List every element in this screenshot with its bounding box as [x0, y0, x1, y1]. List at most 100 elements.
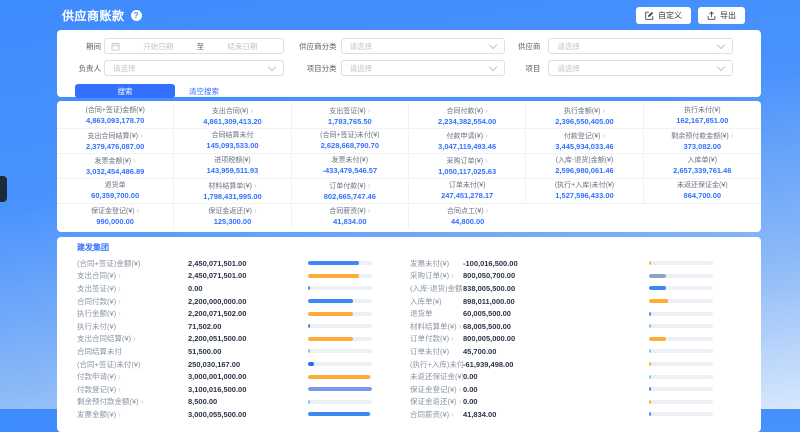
- chevron-right-icon: ›: [133, 334, 136, 343]
- metric-value: 1,050,117,025.63: [438, 167, 496, 177]
- supplier-category-select[interactable]: 请选择: [341, 38, 506, 54]
- metric-label: 保证金登记(¥)›: [91, 206, 139, 216]
- project-placeholder: 请选择: [549, 63, 714, 74]
- metric-tile[interactable]: 合同薪资(¥)›41,834.00: [292, 204, 409, 229]
- metric-label: 保证金返还(¥)›: [208, 206, 256, 216]
- metric-tile[interactable]: 订单付款(¥)›802,665,747.46: [292, 179, 409, 204]
- metric-tile[interactable]: 采购订单(¥)›1,050,117,025.63: [409, 154, 526, 179]
- metric-tile[interactable]: 支出合同结算(¥)›2,379,476,087.00: [57, 129, 174, 154]
- export-button[interactable]: 导出: [698, 7, 745, 24]
- group-detail-row: (合同+签证)金额(¥)2,450,071,501.00: [77, 257, 409, 270]
- group-detail-row: 订单未付(¥)45,700.00: [410, 345, 761, 358]
- group-link[interactable]: 建发集团: [77, 242, 761, 253]
- metric-tile[interactable]: 材料结算单(¥)›1,798,431,995.00: [174, 179, 291, 204]
- detail-label[interactable]: 采购订单(¥)›: [410, 270, 463, 281]
- detail-label: 退货单: [410, 308, 463, 319]
- detail-value: 45,700.00: [463, 347, 649, 356]
- group-detail-row: 退货单60,005,500.00: [410, 307, 761, 320]
- chevron-right-icon: ›: [118, 297, 121, 306]
- period-date-range-input[interactable]: 开始日期 至 结束日期: [104, 38, 284, 54]
- metric-value: 1,783,765.50: [328, 117, 372, 127]
- detail-bar-track: [649, 387, 713, 391]
- metric-value: 1,527,596,433.00: [555, 191, 613, 201]
- detail-label[interactable]: 支出合同结算(¥)›: [77, 333, 188, 344]
- detail-label[interactable]: 支出签证(¥)›: [77, 283, 188, 294]
- detail-label[interactable]: 合同付款(¥)›: [77, 296, 188, 307]
- detail-label: (合同+签证)金额(¥): [77, 258, 188, 269]
- metrics-panel: (合同+签证)金额(¥)4,863,093,178.70支出合同(¥)›4,86…: [57, 101, 761, 232]
- chevron-right-icon: ›: [118, 271, 121, 280]
- start-date-placeholder[interactable]: 开始日期: [124, 41, 193, 52]
- detail-label[interactable]: 保证金登记(¥)›: [410, 384, 463, 395]
- chevron-right-icon: ›: [485, 156, 488, 165]
- metric-tile[interactable]: 剩余预付款金额(¥)›373,082.00: [644, 129, 761, 154]
- chevron-right-icon: ›: [485, 131, 488, 140]
- detail-bar-track: [308, 400, 372, 404]
- metric-tile[interactable]: 保证金登记(¥)›990,000.00: [57, 204, 174, 229]
- detail-bar-track: [649, 412, 713, 416]
- group-detail-row: 订单付款(¥)›800,005,000.00: [410, 333, 761, 346]
- metric-value: 373,082.00: [684, 142, 722, 152]
- chevron-right-icon: ›: [254, 206, 257, 215]
- metric-tile[interactable]: 支出签证(¥)›1,783,765.50: [292, 104, 409, 129]
- group-detail-row: 合同薪资(¥)›41,834.00: [410, 408, 761, 421]
- metric-label: 进项税额(¥): [214, 156, 251, 165]
- detail-label[interactable]: 合同薪资(¥)›: [410, 409, 463, 420]
- owner-select[interactable]: 请选择: [104, 60, 284, 76]
- detail-label[interactable]: 付款申请(¥)›: [77, 371, 188, 382]
- detail-value: 2,200,071,502.00: [188, 309, 308, 318]
- project-category-select[interactable]: 请选择: [341, 60, 506, 76]
- metric-tile[interactable]: 合同付款(¥)›2,234,382,554.00: [409, 104, 526, 129]
- metric-tile[interactable]: 合同点工(¥)›44,800.00: [409, 204, 526, 229]
- clear-search-link[interactable]: 清空搜索: [189, 86, 219, 97]
- detail-label[interactable]: 执行金额(¥)›: [77, 308, 188, 319]
- end-date-placeholder[interactable]: 结束日期: [208, 41, 277, 52]
- metric-tile[interactable]: 发票金额(¥)›3,032,454,486.89: [57, 154, 174, 179]
- drawer-handle[interactable]: [0, 176, 7, 202]
- group-detail-row: (入库-退货)金额(¥)838,005,500.00: [410, 282, 761, 295]
- metric-tile[interactable]: 执行金额(¥)›2,396,550,405.00: [526, 104, 643, 129]
- metric-label: 支出签证(¥)›: [329, 106, 370, 116]
- chevron-right-icon: ›: [459, 397, 462, 406]
- customize-button[interactable]: 自定义: [636, 7, 691, 24]
- detail-label[interactable]: 发票金额(¥)›: [77, 409, 188, 420]
- chevron-right-icon: ›: [368, 181, 371, 190]
- metric-tile[interactable]: 支出合同(¥)›4,861,309,413.20: [174, 104, 291, 129]
- detail-bar-fill: [308, 324, 310, 328]
- date-range-separator: 至: [193, 41, 209, 52]
- detail-label[interactable]: 订单付款(¥)›: [410, 333, 463, 344]
- metric-value: 247,451,278.17: [441, 191, 493, 201]
- detail-label[interactable]: 材料结算单(¥)›: [410, 321, 463, 332]
- detail-bar-track: [308, 299, 372, 303]
- metric-label: (合同+签证)未付(¥): [320, 131, 379, 140]
- help-icon[interactable]: ?: [131, 10, 142, 21]
- metric-value: 2,234,382,554.00: [438, 117, 496, 127]
- chevron-right-icon: ›: [137, 206, 140, 215]
- metric-value: 2,657,339,761.46: [673, 166, 731, 176]
- metric-tile[interactable]: 付款登记(¥)›3,445,934,033.46: [526, 129, 643, 154]
- metric-tile[interactable]: 保证金返还(¥)›125,300.00: [174, 204, 291, 229]
- group-detail-row: (执行+入库)未付(¥)-61,939,498.00: [410, 358, 761, 371]
- chevron-right-icon: ›: [731, 131, 734, 140]
- metric-label: 付款登记(¥)›: [564, 131, 605, 141]
- supplier-select[interactable]: 请选择: [548, 38, 733, 54]
- detail-label[interactable]: 付款登记(¥)›: [77, 384, 188, 395]
- chevron-right-icon: ›: [141, 397, 144, 406]
- detail-label[interactable]: 支出合同(¥)›: [77, 270, 188, 281]
- project-select[interactable]: 请选择: [548, 60, 733, 76]
- search-button[interactable]: 搜索: [75, 84, 175, 98]
- group-detail-row: 合同付款(¥)›2,200,000,000.00: [77, 295, 409, 308]
- detail-bar-fill: [308, 299, 353, 303]
- detail-label[interactable]: 剩余预付款金额(¥)›: [77, 396, 188, 407]
- supplier-category-label: 供应商分类: [289, 41, 337, 52]
- chevron-right-icon: ›: [459, 322, 462, 331]
- chevron-right-icon: ›: [485, 106, 488, 115]
- metric-label: (执行+入库)未付(¥): [555, 181, 614, 190]
- metric-label: 发票金额(¥)›: [95, 156, 136, 166]
- detail-label[interactable]: 保证金返还(¥)›: [410, 396, 463, 407]
- detail-value: 3,000,055,500.00: [188, 410, 308, 419]
- detail-value: 800,050,700.00: [463, 271, 649, 280]
- metric-tile[interactable]: 付款申请(¥)›3,047,119,493.46: [409, 129, 526, 154]
- metric-label: 材料结算单(¥)›: [208, 181, 256, 191]
- chevron-right-icon: ›: [118, 309, 121, 318]
